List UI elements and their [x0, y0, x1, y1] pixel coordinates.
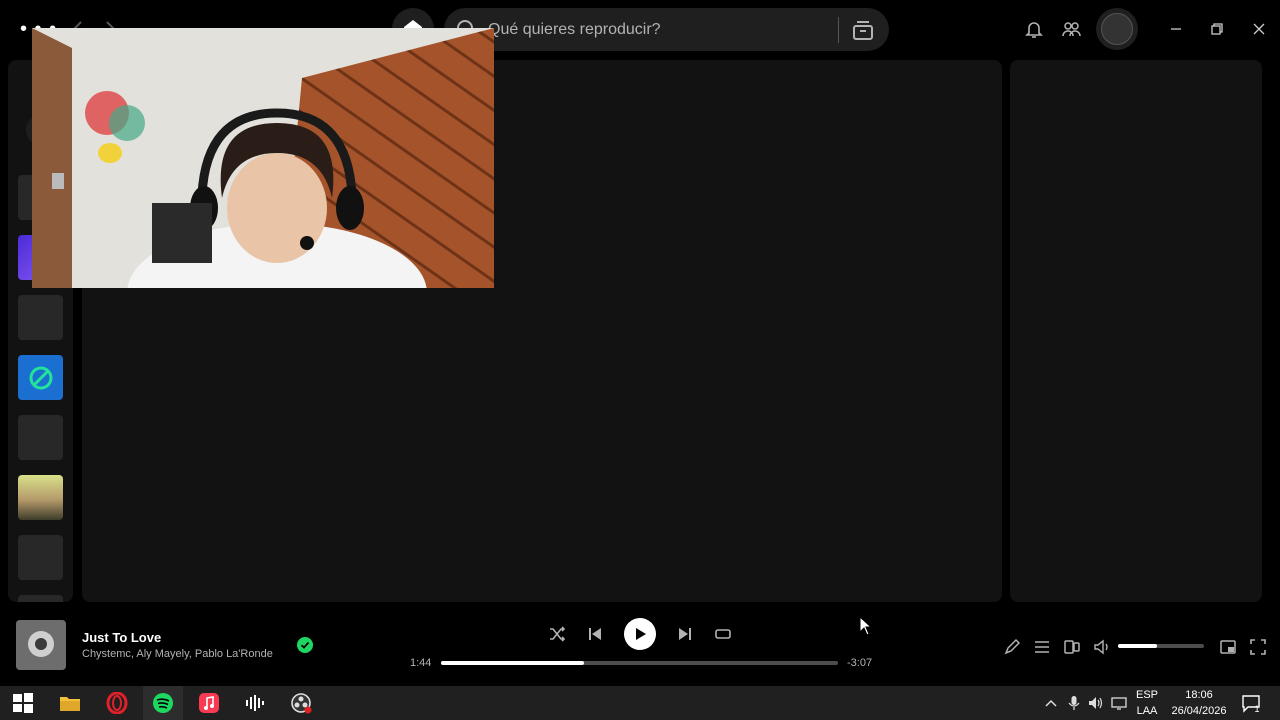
- volume-icon[interactable]: [1093, 638, 1111, 656]
- notification-count: 1: [1254, 704, 1260, 714]
- search-divider: [838, 16, 839, 43]
- clock-date[interactable]: 26/04/2026: [1164, 705, 1234, 717]
- friend-activity-icon[interactable]: [1061, 19, 1081, 39]
- queue-icon[interactable]: [1033, 638, 1051, 656]
- player-bar: Just To Love Chystemc, Aly Mayely, Pablo…: [0, 612, 1280, 686]
- windows-taskbar: ESP LAA 18:06 26/04/2026 1: [0, 686, 1280, 720]
- search-input[interactable]: [486, 19, 838, 40]
- miniplayer-icon[interactable]: [1219, 638, 1237, 656]
- play-icon: [636, 628, 646, 640]
- browse-icon[interactable]: [851, 18, 875, 42]
- saved-check-icon[interactable]: [297, 637, 313, 653]
- remaining-time: -3:07: [847, 657, 873, 669]
- play-button[interactable]: [624, 618, 656, 650]
- obs-icon[interactable]: [290, 692, 312, 714]
- volume-slider[interactable]: [1118, 644, 1204, 648]
- now-playing-cover[interactable]: [16, 620, 66, 670]
- mouse-cursor-icon: [859, 616, 873, 636]
- webcam-image: [32, 28, 494, 288]
- connect-device-icon[interactable]: [1063, 638, 1081, 656]
- start-icon[interactable]: [12, 692, 34, 714]
- playback-progress-bar[interactable]: [441, 661, 838, 665]
- clock-time[interactable]: 18:06: [1168, 689, 1230, 701]
- shuffle-icon[interactable]: [548, 625, 566, 643]
- webcam-overlay: [32, 28, 494, 288]
- file-explorer-icon[interactable]: [59, 692, 81, 714]
- speaker-icon[interactable]: [1088, 695, 1104, 711]
- library-item[interactable]: [18, 415, 63, 460]
- avatar-image: [1101, 13, 1133, 45]
- track-title[interactable]: Just To Love: [82, 630, 161, 645]
- now-playing-side-panel: [1010, 60, 1262, 602]
- minimize-icon[interactable]: [1165, 18, 1187, 40]
- opera-icon[interactable]: [106, 692, 128, 714]
- network-icon[interactable]: [1111, 695, 1127, 711]
- circle-logo-icon: [29, 366, 52, 389]
- elapsed-time: 1:44: [410, 657, 432, 669]
- close-icon[interactable]: [1248, 18, 1270, 40]
- library-item-playlist-blue[interactable]: [18, 355, 63, 400]
- fullscreen-icon[interactable]: [1249, 638, 1267, 656]
- library-item[interactable]: [18, 295, 63, 340]
- track-artists[interactable]: Chystemc, Aly Mayely, Pablo La'Ronde: [82, 648, 273, 660]
- show-hidden-icons-chevron-icon[interactable]: [1043, 695, 1059, 711]
- notifications-bell-icon[interactable]: [1024, 19, 1044, 39]
- library-item[interactable]: [18, 535, 63, 580]
- profile-avatar[interactable]: [1096, 8, 1138, 50]
- library-item-album-cover[interactable]: [18, 475, 63, 520]
- library-item[interactable]: [18, 595, 63, 602]
- keyboard-layout[interactable]: LAA: [1134, 705, 1160, 717]
- playback-progress-fill: [441, 661, 584, 665]
- repeat-icon[interactable]: [714, 625, 732, 643]
- restore-icon[interactable]: [1206, 18, 1228, 40]
- keyboard-language[interactable]: ESP: [1134, 689, 1160, 701]
- previous-track-icon[interactable]: [586, 625, 604, 643]
- lyrics-icon[interactable]: [1003, 638, 1021, 656]
- spotify-icon[interactable]: [152, 692, 174, 714]
- audio-app-icon[interactable]: [244, 692, 266, 714]
- search-bar[interactable]: [444, 8, 889, 51]
- next-track-icon[interactable]: [676, 625, 694, 643]
- microphone-icon[interactable]: [1066, 695, 1082, 711]
- itunes-icon[interactable]: [198, 692, 220, 714]
- volume-slider-fill: [1118, 644, 1157, 648]
